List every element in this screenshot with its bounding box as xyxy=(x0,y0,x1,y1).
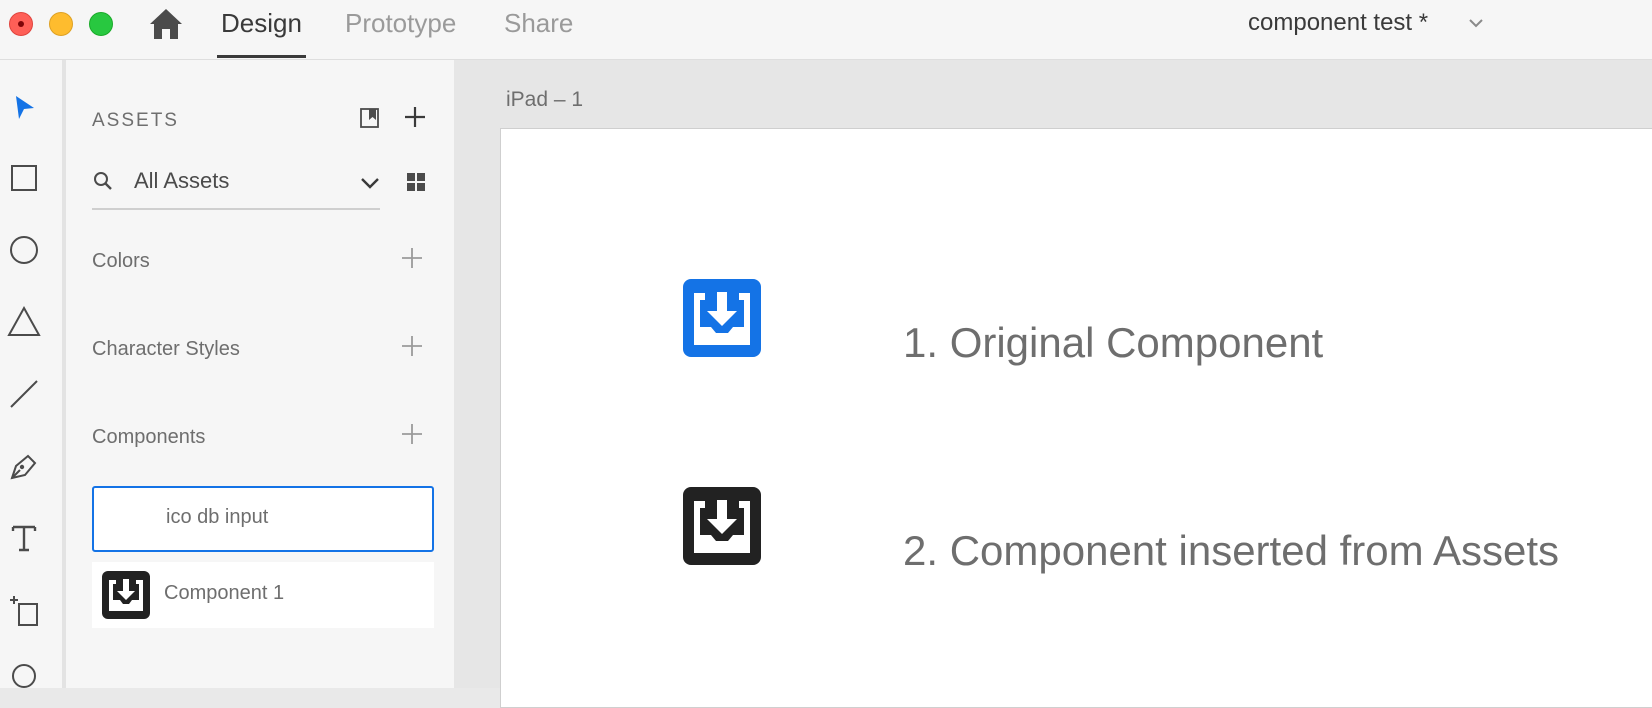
open-cc-libraries-icon[interactable] xyxy=(358,106,382,130)
canvas-text-inserted-component[interactable]: 2. Component inserted from Assets xyxy=(903,527,1559,575)
download-tray-icon[interactable] xyxy=(683,487,761,565)
add-component-icon[interactable] xyxy=(400,422,424,446)
polygon-tool-icon[interactable] xyxy=(6,304,42,340)
canvas-text-original-component[interactable]: 1. Original Component xyxy=(903,319,1323,367)
search-icon[interactable] xyxy=(92,170,114,192)
component-item-ico-db-input[interactable]: ico db input xyxy=(92,486,434,552)
chevron-down-icon[interactable] xyxy=(1467,14,1485,32)
asset-filter-select[interactable]: All Assets xyxy=(134,168,229,194)
text-tool-icon[interactable] xyxy=(6,520,42,556)
components-section-label: Components xyxy=(92,426,206,448)
select-tool-icon[interactable] xyxy=(6,90,42,126)
pen-tool-icon[interactable] xyxy=(6,448,42,484)
artboard[interactable]: 1. Original Component 2. Component inser… xyxy=(500,128,1652,708)
chevron-down-icon[interactable] xyxy=(358,171,382,195)
download-tray-icon xyxy=(102,571,150,619)
tab-prototype[interactable]: Prototype xyxy=(345,8,456,58)
tools-toolbar xyxy=(0,60,66,688)
grid-view-icon[interactable] xyxy=(404,170,428,194)
zoom-tool-icon[interactable] xyxy=(6,660,42,696)
colors-section-label: Colors xyxy=(92,250,150,272)
add-color-icon[interactable] xyxy=(400,246,424,270)
character-styles-section-label: Character Styles xyxy=(92,338,240,360)
artboard-tool-icon[interactable] xyxy=(6,592,42,628)
rectangle-tool-icon[interactable] xyxy=(6,160,42,196)
home-icon[interactable] xyxy=(148,7,184,41)
line-tool-icon[interactable] xyxy=(6,376,42,412)
design-canvas[interactable]: iPad – 1 1. Original Component 2. Compon… xyxy=(454,60,1652,708)
tab-design[interactable]: Design xyxy=(217,8,306,58)
download-tray-icon[interactable] xyxy=(683,279,761,357)
assets-panel-title: ASSETS xyxy=(92,110,179,131)
document-title[interactable]: component test * xyxy=(1248,8,1428,38)
ellipse-tool-icon[interactable] xyxy=(6,232,42,268)
add-asset-icon[interactable] xyxy=(402,104,428,130)
assets-panel: ASSETS All Assets Colors Character Style… xyxy=(66,60,454,688)
component-name: Component 1 xyxy=(164,582,285,604)
add-character-style-icon[interactable] xyxy=(400,334,424,358)
title-bar: Design Prototype Share component test * xyxy=(0,0,1652,60)
tab-share[interactable]: Share xyxy=(504,8,573,58)
artboard-label[interactable]: iPad – 1 xyxy=(506,88,583,112)
component-item-component-1[interactable]: Component 1 xyxy=(92,562,434,628)
minimize-window-button[interactable] xyxy=(49,12,73,36)
search-underline xyxy=(92,208,380,210)
close-window-button[interactable] xyxy=(9,12,33,36)
component-name: ico db input xyxy=(166,506,269,528)
maximize-window-button[interactable] xyxy=(89,12,113,36)
